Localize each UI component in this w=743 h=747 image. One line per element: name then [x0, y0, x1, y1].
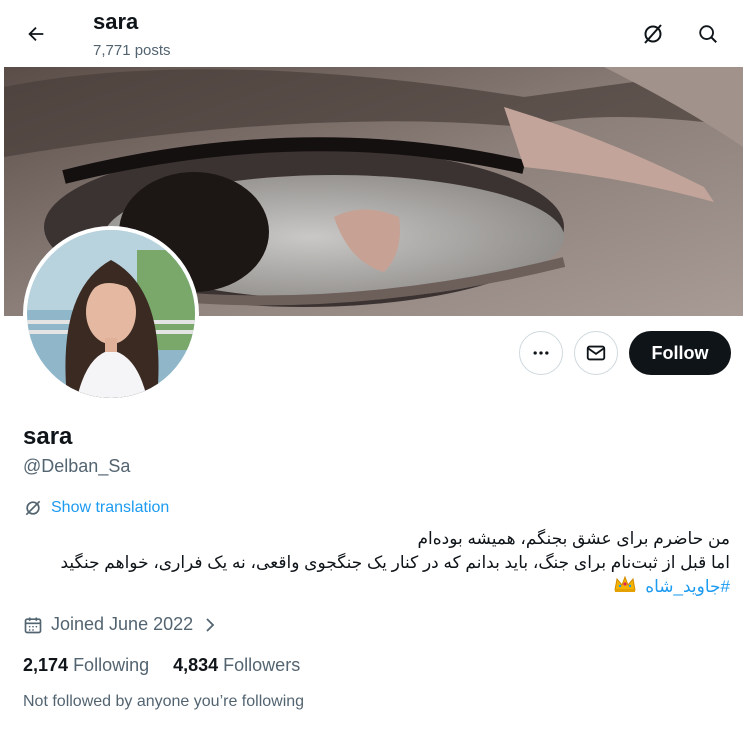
translate-off-button[interactable]: [633, 14, 673, 54]
profile-handle: @Delban_Sa: [23, 456, 131, 476]
following-label: Following: [73, 655, 150, 675]
search-button[interactable]: [688, 14, 728, 54]
more-button[interactable]: [519, 331, 563, 375]
followers-label: Followers: [223, 655, 301, 675]
profile-bio: من حاضرم برای عشق بجنگم، همیشه بوده‌ام ا…: [20, 527, 731, 600]
bio-line-3: #جاوید_شاه: [20, 575, 730, 600]
bio-line-2: اما قبل از ثبت‌نام برای جنگ، باید بدانم …: [60, 553, 731, 572]
more-icon: [533, 351, 549, 355]
joined-info[interactable]: Joined June 2022: [23, 614, 219, 635]
crown-icon: [614, 575, 637, 600]
mail-icon: [586, 345, 606, 361]
chevron-right-icon: [206, 617, 215, 632]
back-arrow-icon: [28, 26, 44, 42]
following-link[interactable]: 2,174 Following: [23, 655, 149, 676]
follow-button[interactable]: Follow: [629, 331, 731, 375]
bio-line-1: من حاضرم برای عشق بجنگم، همیشه بوده‌ام: [417, 529, 730, 548]
profile-avatar[interactable]: [23, 226, 199, 402]
header-post-count: 7,771 posts: [93, 42, 171, 59]
profile-name: sara: [23, 423, 73, 450]
calendar-icon: [24, 617, 42, 633]
header-name: sara: [93, 9, 139, 34]
top-bar: sara 7,771 posts: [0, 0, 743, 66]
followers-count: 4,834: [173, 655, 219, 675]
message-button[interactable]: [574, 331, 618, 375]
bio-hashtag[interactable]: #جاوید_شاه: [645, 577, 730, 596]
joined-date: Joined June 2022: [51, 614, 194, 634]
translate-off-icon: [25, 500, 41, 516]
follow-stats: 2,174 Following 4,834 Followers: [23, 655, 300, 676]
translate-off-icon: [644, 24, 662, 44]
followers-link[interactable]: 4,834 Followers: [173, 655, 300, 676]
search-icon: [699, 25, 717, 43]
show-translation-label: Show translation: [51, 499, 170, 516]
back-button[interactable]: [16, 14, 56, 54]
not-followed-note: Not followed by anyone you’re following: [23, 693, 305, 710]
following-count: 2,174: [23, 655, 69, 675]
show-translation-link[interactable]: Show translation: [23, 498, 169, 518]
